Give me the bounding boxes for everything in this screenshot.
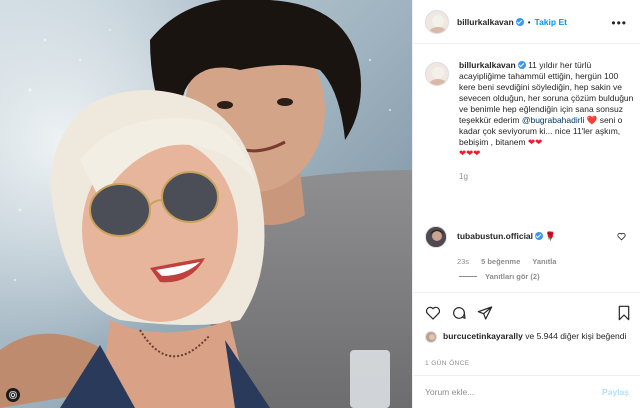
comment-body: tubabustun.official 🌹 23s 5 beğenme Yanı…	[457, 226, 556, 267]
likes-others-text[interactable]: ve 5.944 diğer kişi beğendi	[525, 331, 626, 341]
author-avatar[interactable]	[425, 9, 449, 34]
comment-time: 23s	[457, 257, 470, 266]
caption-time: 1g	[459, 172, 468, 181]
commenter-username[interactable]: tubabustun.official	[457, 231, 533, 241]
verified-badge-icon	[515, 17, 524, 26]
more-horizontal-icon[interactable]: •••	[611, 16, 627, 30]
instagram-post-modal: billurkalkavan • Takip Et ••• billurkalkav…	[0, 0, 640, 408]
comment-likes-link[interactable]: 5 beğenme	[481, 256, 520, 267]
comment-bubble-icon[interactable]	[451, 305, 467, 323]
commenter-avatar[interactable]	[425, 226, 447, 248]
heart-emoji-row: ❤❤❤	[459, 148, 481, 158]
caption-author-avatar[interactable]	[425, 62, 449, 86]
comment-like-heart-icon[interactable]	[617, 232, 626, 243]
heart-emoji-pair: ❤❤	[527, 137, 543, 147]
likes-summary: burcucetinkayarally ve 5.944 diğer kişi …	[425, 330, 637, 343]
post-photo[interactable]	[0, 0, 412, 408]
bookmark-icon[interactable]	[617, 305, 631, 323]
follow-button[interactable]: Takip Et	[535, 17, 567, 27]
post-comment-button[interactable]: Paylaş	[602, 387, 629, 397]
heart-emoji: ❤️	[586, 115, 598, 125]
verified-badge-icon	[535, 232, 544, 240]
post-header: billurkalkavan • Takip Et •••	[413, 0, 640, 44]
comment-item: tubabustun.official 🌹 23s 5 beğenme Yanı…	[425, 226, 637, 267]
likes-text: burcucetinkayarally ve 5.944 diğer kişi …	[443, 330, 626, 343]
caption-text: billurkalkavan 11 yıldır her türlü acayi…	[459, 60, 637, 182]
verified-badge-icon	[517, 61, 526, 69]
caption-username[interactable]: billurkalkavan	[459, 60, 516, 70]
share-send-icon[interactable]	[477, 305, 493, 323]
action-bar	[413, 292, 640, 322]
comment-reply-button[interactable]: Yanıtla	[532, 256, 556, 267]
author-username[interactable]: billurkalkavan	[457, 17, 514, 27]
rose-emoji: 🌹	[545, 231, 556, 241]
like-heart-icon[interactable]	[425, 305, 441, 323]
comment-meta: 23s 5 beğenme Yanıtla	[457, 256, 556, 267]
liker-avatar[interactable]	[425, 331, 437, 343]
post-caption: billurkalkavan 11 yıldır her türlü acayi…	[425, 60, 637, 182]
photo-illustration	[0, 0, 412, 408]
post-timestamp: 1 GÜN ÖNCE	[425, 360, 470, 367]
instagram-logo-icon	[6, 388, 20, 402]
post-sidebar: billurkalkavan • Takip Et ••• billurkalkav…	[412, 0, 640, 408]
caption-mention-link[interactable]: @bugrabahadirli	[522, 115, 585, 125]
view-replies-label: Yanıtları gör (2)	[485, 272, 540, 281]
header-separator: •	[527, 17, 531, 27]
liker-username[interactable]: burcucetinkayarally	[443, 331, 523, 341]
comment-input[interactable]	[425, 387, 603, 397]
view-replies-button[interactable]: Yanıtları gör (2)	[459, 272, 540, 281]
add-comment-bar: Paylaş	[413, 375, 640, 408]
